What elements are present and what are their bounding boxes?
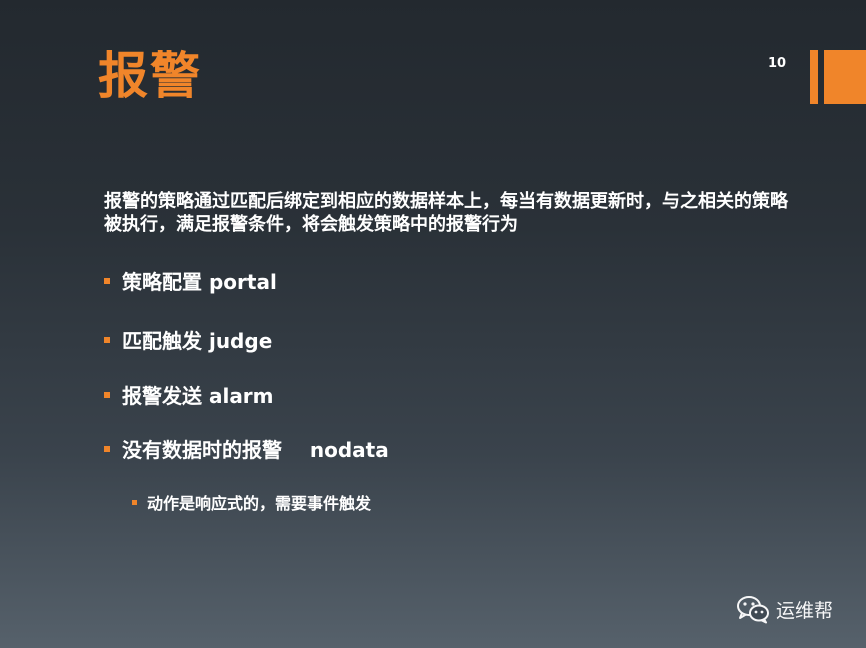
- sub-bullet-text: 动作是响应式的，需要事件触发: [147, 494, 372, 513]
- bullet-text: 报警发送 alarm: [122, 384, 274, 408]
- wechat-icon: [737, 596, 769, 624]
- page-number: 10: [768, 56, 787, 71]
- slide-title: 报警: [98, 47, 202, 105]
- slide: 报警 10 报警的策略通过匹配后绑定到相应的数据样本上，每当有数据更新时，与之相…: [0, 0, 866, 648]
- bullet-item: 报警发送 alarm: [104, 380, 274, 409]
- watermark-label: 运维帮: [776, 599, 834, 622]
- accent-bar-thin: [810, 50, 818, 104]
- sub-bullet-item: 动作是响应式的，需要事件触发: [132, 490, 371, 514]
- intro-paragraph: 报警的策略通过匹配后绑定到相应的数据样本上，每当有数据更新时，与之相关的策略被执…: [104, 191, 788, 235]
- watermark: 运维帮: [736, 594, 833, 624]
- accent-bar-thick: [824, 50, 866, 104]
- bullet-marker: [104, 277, 110, 284]
- bullet-item: 匹配触发 judge: [104, 325, 272, 354]
- sub-bullet-marker: [132, 499, 137, 505]
- bullet-text: 匹配触发 judge: [122, 329, 273, 353]
- bullet-text: 没有数据时的报警 nodata: [122, 438, 389, 462]
- bullet-text: 策略配置 portal: [122, 270, 277, 294]
- bullet-item: 策略配置 portal: [104, 266, 277, 295]
- bullet-item: 没有数据时的报警 nodata: [104, 434, 389, 463]
- bullet-marker: [104, 391, 110, 398]
- bullet-marker: [104, 445, 110, 452]
- bullet-marker: [104, 336, 110, 343]
